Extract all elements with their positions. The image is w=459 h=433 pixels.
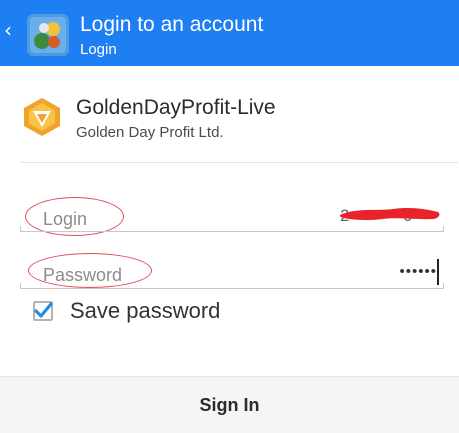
save-password-checkbox[interactable]: [33, 301, 53, 321]
appbar-title: Login to an account: [80, 13, 264, 36]
annotation-ellipse-password: [28, 253, 152, 288]
app-icon[interactable]: [27, 14, 69, 56]
app-bar: ‹ Login to an account Login: [0, 0, 459, 66]
password-input[interactable]: [20, 283, 444, 289]
text-cursor: [437, 259, 439, 285]
appbar-subtitle: Login: [80, 41, 117, 58]
login-field-value-redacted[interactable]: 2•••••••••0: [338, 203, 442, 225]
broker-company: Golden Day Profit Ltd.: [76, 124, 224, 141]
divider: [20, 162, 458, 163]
password-field-value[interactable]: ••••••: [399, 262, 437, 282]
sign-in-button[interactable]: Sign In: [0, 377, 459, 433]
broker-name: GoldenDayProfit-Live: [76, 96, 276, 119]
chevron-left-icon[interactable]: ‹: [4, 20, 12, 40]
broker-logo-icon: [24, 98, 60, 136]
login-input[interactable]: [20, 226, 444, 232]
save-password-label[interactable]: Save password: [70, 298, 220, 324]
footer-bar: Sign In: [0, 376, 459, 433]
